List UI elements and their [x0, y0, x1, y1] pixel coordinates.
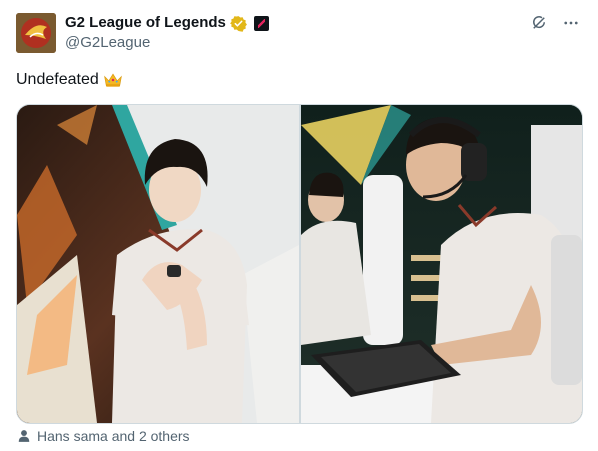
more-options-icon[interactable] [562, 14, 580, 32]
author-handle[interactable]: @G2League [65, 33, 150, 53]
tweet-photo-2[interactable] [300, 105, 582, 423]
tweet-text: Undefeated [16, 70, 123, 90]
social-context-text[interactable]: Hans sama and 2 others [37, 428, 190, 444]
author-avatar[interactable] [16, 13, 56, 53]
person-icon [18, 430, 30, 442]
tweet-text-content: Undefeated [16, 71, 99, 88]
tweet-photo-1[interactable] [17, 105, 299, 423]
player-posing-photo [17, 105, 299, 423]
g2-affiliate-badge-icon[interactable] [253, 15, 269, 31]
tweet-top-actions [530, 14, 580, 32]
crown-emoji-icon [103, 73, 122, 87]
g2-logo-icon [16, 13, 56, 53]
player-gaming-photo [300, 105, 582, 423]
tweet-media-grid [16, 104, 583, 424]
social-context[interactable]: Hans sama and 2 others [17, 428, 190, 444]
verified-gold-badge-icon [229, 15, 247, 32]
author-name-row[interactable]: G2 League of Legends [65, 13, 269, 33]
author-display-name[interactable]: G2 League of Legends [65, 13, 226, 33]
grok-icon[interactable] [530, 14, 548, 32]
